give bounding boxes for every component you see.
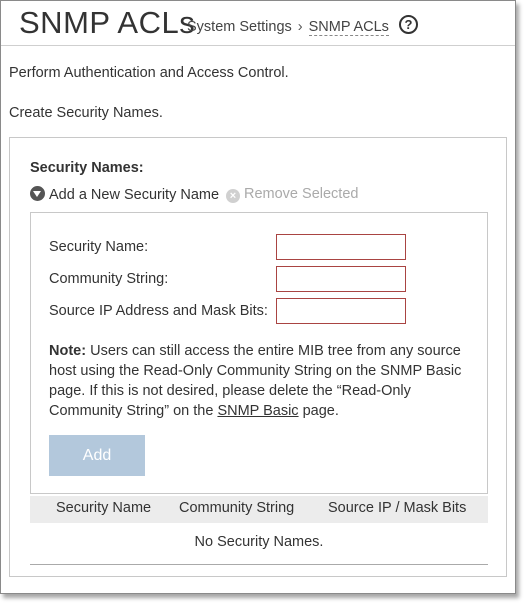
breadcrumb: System Settings › SNMP ACLs	[187, 19, 389, 36]
chevron-right-icon: ›	[297, 19, 303, 35]
add-security-name-form: Security Name: Community String: Source …	[30, 212, 488, 494]
add-security-name-label: Add a New Security Name	[49, 187, 220, 203]
column-header-community-string[interactable]: Community String	[179, 500, 294, 516]
section-title: Security Names:	[30, 160, 144, 176]
community-string-input[interactable]	[276, 266, 406, 292]
add-security-name-toggle[interactable]: Add a New Security Name	[30, 186, 219, 203]
breadcrumb-parent[interactable]: System Settings	[187, 19, 292, 35]
snmp-basic-link[interactable]: SNMP Basic	[217, 403, 298, 419]
note-label: Note:	[49, 343, 87, 359]
security-name-input[interactable]	[276, 234, 406, 260]
table-bottom-divider	[30, 564, 488, 565]
column-header-source-ip[interactable]: Source IP / Mask Bits	[328, 500, 466, 516]
add-button[interactable]: Add	[49, 435, 145, 476]
remove-selected-label: Remove Selected	[244, 186, 359, 202]
intro-description: Perform Authentication and Access Contro…	[9, 65, 289, 81]
page-frame: SNMP ACLs System Settings › SNMP ACLs ? Pe…	[0, 0, 516, 594]
table-header: Security Name Community String Source IP…	[30, 496, 488, 523]
community-string-label: Community String:	[49, 271, 169, 287]
note-text: Note: Users can still access the entire …	[49, 341, 469, 421]
column-header-security-name[interactable]: Security Name	[56, 500, 151, 516]
breadcrumb-current: SNMP ACLs	[308, 19, 389, 36]
expand-toggle-icon	[30, 186, 45, 201]
remove-icon: ×	[226, 189, 240, 203]
remove-selected-button[interactable]: × Remove Selected	[226, 186, 358, 203]
security-names-panel: Security Names: Add a New Security Name …	[9, 137, 507, 577]
source-ip-label: Source IP Address and Mask Bits:	[49, 303, 268, 319]
help-icon[interactable]: ?	[399, 15, 418, 34]
note-tail: page.	[298, 403, 339, 419]
empty-table-message: No Security Names.	[194, 534, 324, 550]
page-header: SNMP ACLs System Settings › SNMP ACLs ?	[1, 1, 515, 46]
page-title: SNMP ACLs	[19, 5, 196, 40]
security-name-label: Security Name:	[49, 239, 149, 255]
source-ip-input[interactable]	[276, 298, 406, 324]
intro-subtitle: Create Security Names.	[9, 105, 163, 121]
